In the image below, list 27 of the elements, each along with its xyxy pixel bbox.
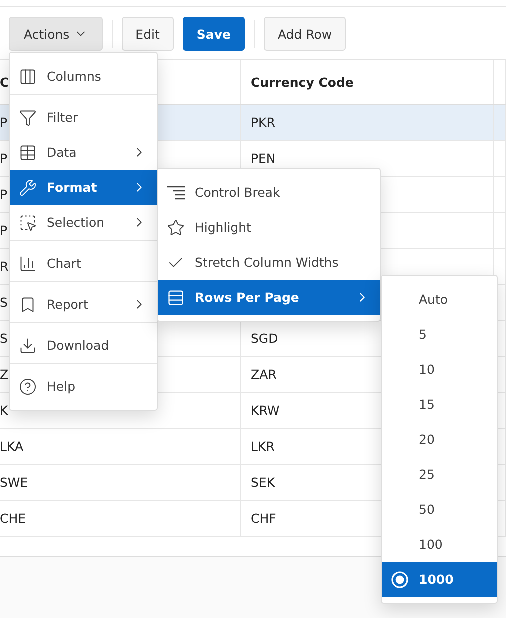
star-icon [167,218,185,236]
toolbar-button[interactable]: Edit [122,17,174,51]
table-cell: SWE [0,465,241,500]
wrench-icon [19,178,37,196]
columns-icon [19,68,37,86]
rows-icon [167,288,185,306]
download-icon [19,336,37,354]
lines-icon [166,184,186,200]
help-icon [19,378,37,396]
menu-option[interactable]: Auto [382,282,497,317]
menu-item[interactable]: Format [10,170,157,205]
toolbar-button[interactable]: Add Row [264,17,346,51]
filter-icon [19,108,37,126]
table-icon [19,144,37,162]
table-cell: LKA [0,429,241,464]
actions-menu-button[interactable]: Actions [9,17,103,51]
menu-item[interactable]: Download [10,328,157,364]
menu-option[interactable]: 1000 [382,562,497,597]
column-header[interactable]: Currency Code [241,60,494,104]
selection-icon [19,214,37,232]
primary-button[interactable]: Save [182,17,245,51]
menu-item[interactable]: Columns [10,59,157,95]
menu-item[interactable]: Rows Per Page [158,280,380,315]
table-cell: CHE [0,501,241,536]
bar-chart-icon [19,254,37,272]
radio-icon [391,570,409,588]
table-cell: PKR [241,105,494,140]
